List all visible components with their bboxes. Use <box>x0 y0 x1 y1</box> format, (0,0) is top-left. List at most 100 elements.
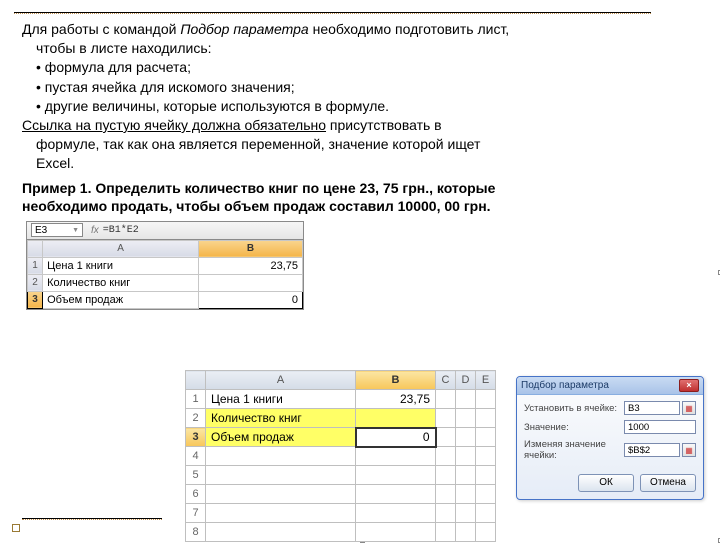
decorative-rule <box>22 518 162 520</box>
cancel-button[interactable]: Отмена <box>640 474 696 492</box>
cell[interactable] <box>436 523 456 542</box>
decorative-rule <box>14 12 651 14</box>
cell[interactable] <box>456 485 476 504</box>
spreadsheet-small: E3 ▼ fx =B1*E2 A B 1 Цена 1 книги 23,75 … <box>26 221 304 310</box>
text-underlined: Ссылка на пустую ячейку должна обязатель… <box>22 117 326 133</box>
text: присутствовать в <box>326 117 442 133</box>
cell[interactable] <box>356 447 436 466</box>
cell[interactable] <box>476 485 496 504</box>
goal-seek-dialog: Подбор параметра × Установить в ячейке: … <box>516 376 704 500</box>
cell[interactable] <box>476 466 496 485</box>
cell[interactable] <box>476 447 496 466</box>
cell[interactable] <box>206 504 356 523</box>
name-box[interactable]: E3 ▼ <box>31 223 83 237</box>
cell[interactable] <box>206 485 356 504</box>
row-header[interactable]: 6 <box>186 485 206 504</box>
cell-a3[interactable]: Объем продаж <box>206 428 356 447</box>
decorative-square <box>12 524 20 532</box>
cell-a1[interactable]: Цена 1 книги <box>206 390 356 409</box>
cell[interactable] <box>436 485 456 504</box>
text: необходимо подготовить лист, <box>309 21 510 37</box>
bullet-other: другие величины, которые используются в … <box>45 98 389 114</box>
corner-cell[interactable] <box>28 240 43 257</box>
cell[interactable] <box>456 409 476 428</box>
cell[interactable] <box>356 466 436 485</box>
col-header-b[interactable]: B <box>199 240 303 257</box>
text: Для работы с командой <box>22 21 180 37</box>
cell[interactable] <box>476 523 496 542</box>
cell[interactable] <box>206 466 356 485</box>
formula-text[interactable]: =B1*E2 <box>103 225 139 236</box>
row-header[interactable]: 2 <box>186 409 206 428</box>
text: Excel. <box>36 155 74 171</box>
cell-a2[interactable]: Количество книг <box>206 409 356 428</box>
cell[interactable] <box>436 428 456 447</box>
formula-bar: E3 ▼ fx =B1*E2 <box>27 222 303 240</box>
text: формуле, так как она является переменной… <box>36 136 480 152</box>
cell[interactable] <box>436 504 456 523</box>
bullet-empty-cell: пустая ячейка для искомого значения; <box>45 79 295 95</box>
cell-b2[interactable] <box>356 409 436 428</box>
chevron-down-icon: ▼ <box>72 227 79 234</box>
grid: A B 1 Цена 1 книги 23,75 2 Количество кн… <box>27 240 303 309</box>
cell[interactable] <box>456 447 476 466</box>
col-header-a[interactable]: A <box>43 240 199 257</box>
cell[interactable] <box>476 428 496 447</box>
cell[interactable] <box>456 390 476 409</box>
dialog-titlebar[interactable]: Подбор параметра × <box>517 377 703 395</box>
changing-cell-input[interactable] <box>624 443 680 457</box>
to-value-input[interactable] <box>624 420 696 434</box>
row-header[interactable]: 5 <box>186 466 206 485</box>
cell[interactable] <box>476 390 496 409</box>
cell[interactable] <box>436 409 456 428</box>
cell-b2[interactable] <box>199 274 303 291</box>
cell[interactable] <box>436 466 456 485</box>
row-header-2[interactable]: 2 <box>28 274 43 291</box>
cell-b3[interactable]: 0 <box>356 428 436 447</box>
cell[interactable] <box>206 523 356 542</box>
cell[interactable] <box>356 504 436 523</box>
cell-ref-button[interactable]: ▦ <box>682 401 696 415</box>
cell[interactable] <box>476 409 496 428</box>
cell-a3[interactable]: Объем продаж <box>43 291 199 308</box>
cell[interactable] <box>206 447 356 466</box>
row-header[interactable]: 8 <box>186 523 206 542</box>
cell[interactable] <box>436 447 456 466</box>
cell[interactable] <box>356 523 436 542</box>
cell-a1[interactable]: Цена 1 книги <box>43 257 199 274</box>
row-header[interactable]: 1 <box>186 390 206 409</box>
ok-button[interactable]: ОК <box>578 474 634 492</box>
to-value-label: Значение: <box>524 422 569 433</box>
cell-b1[interactable]: 23,75 <box>356 390 436 409</box>
cell[interactable] <box>456 466 476 485</box>
cell-ref-button[interactable]: ▦ <box>682 443 696 457</box>
cell[interactable] <box>456 428 476 447</box>
cell[interactable] <box>456 523 476 542</box>
cell-b3[interactable]: 0 <box>199 291 303 308</box>
cancel-label: Отмена <box>650 477 686 488</box>
col-header-a[interactable]: A <box>206 371 356 390</box>
close-button[interactable]: × <box>679 379 699 392</box>
cell[interactable] <box>436 390 456 409</box>
col-header-d[interactable]: D <box>456 371 476 390</box>
cell[interactable] <box>456 504 476 523</box>
set-cell-label: Установить в ячейке: <box>524 403 617 414</box>
col-header-e[interactable]: E <box>476 371 496 390</box>
cell-a2[interactable]: Количество книг <box>43 274 199 291</box>
fx-label[interactable]: fx <box>91 225 99 236</box>
name-box-value: E3 <box>35 225 47 236</box>
example-paragraph: Пример 1. Определить количество книг по … <box>14 179 692 215</box>
row-header-1[interactable]: 1 <box>28 257 43 274</box>
row-header[interactable]: 3 <box>186 428 206 447</box>
cell[interactable] <box>476 504 496 523</box>
col-header-b[interactable]: B <box>356 371 436 390</box>
set-cell-input[interactable] <box>624 401 680 415</box>
row-header[interactable]: 7 <box>186 504 206 523</box>
cell[interactable] <box>356 485 436 504</box>
col-header-c[interactable]: C <box>436 371 456 390</box>
corner-cell[interactable] <box>186 371 206 390</box>
row-header[interactable]: 4 <box>186 447 206 466</box>
row-header-3[interactable]: 3 <box>28 291 43 308</box>
text: чтобы в листе находились: <box>36 40 212 56</box>
cell-b1[interactable]: 23,75 <box>199 257 303 274</box>
